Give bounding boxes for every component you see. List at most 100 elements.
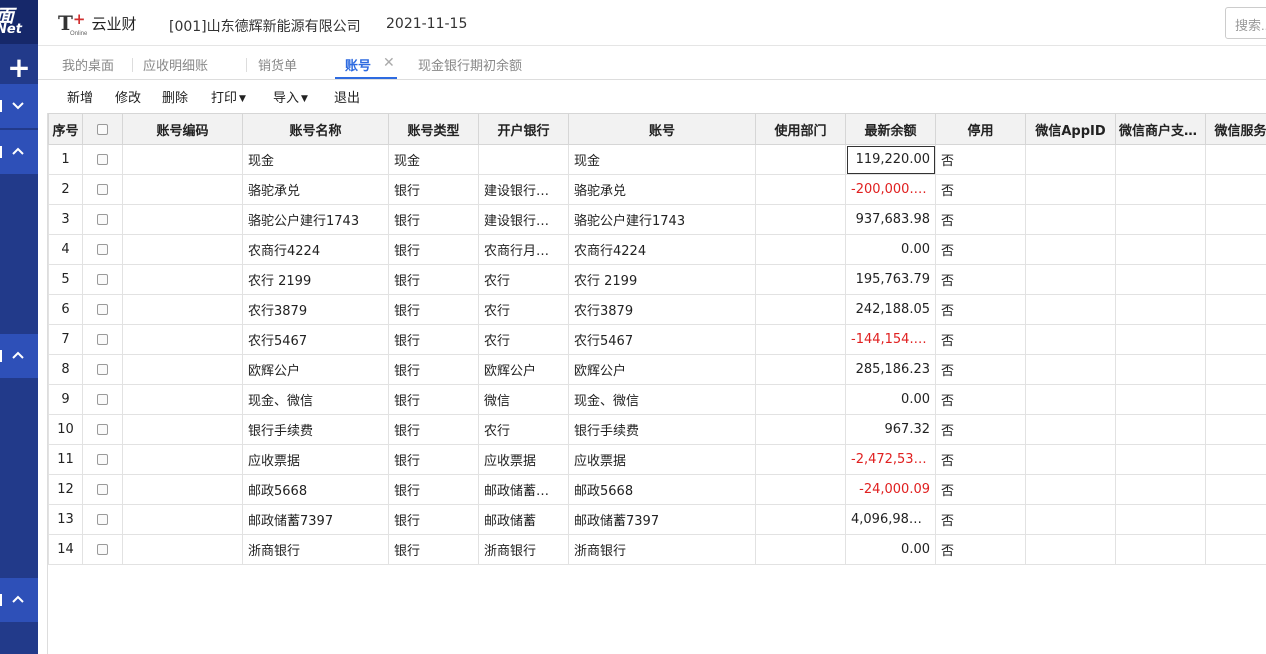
col-balance[interactable]: 最新余额 xyxy=(845,113,936,145)
disabled-flag[interactable]: 否 xyxy=(935,174,1026,205)
sidebar-section-4[interactable] xyxy=(0,578,38,622)
wechat-appid[interactable] xyxy=(1025,324,1116,355)
bank-name[interactable]: 建设银行… xyxy=(478,174,569,205)
col-account-code[interactable]: 账号编码 xyxy=(122,113,243,145)
bank-name[interactable]: 农行 xyxy=(478,264,569,295)
row-checkbox[interactable] xyxy=(82,234,123,265)
table-row[interactable]: 4 农商行4224 银行 农商行月… 农商行4224 0.00 否 xyxy=(48,234,1266,265)
tab-cash-bank-opening[interactable]: 现金银行期初余额 xyxy=(418,55,522,79)
account-name[interactable]: 农商行4224 xyxy=(242,234,389,265)
bank-name[interactable]: 农商行月… xyxy=(478,234,569,265)
close-icon[interactable]: ✕ xyxy=(383,55,395,71)
account-type[interactable]: 银行 xyxy=(388,234,479,265)
account-name[interactable]: 骆驼承兑 xyxy=(242,174,389,205)
wechat-provider[interactable] xyxy=(1205,324,1266,355)
wechat-appid[interactable] xyxy=(1025,204,1116,235)
row-index[interactable]: 10 xyxy=(48,414,83,445)
bank-name[interactable]: 邮政储蓄 xyxy=(478,504,569,535)
row-index[interactable]: 14 xyxy=(48,534,83,565)
col-index[interactable]: 序号 xyxy=(48,113,83,145)
wechat-provider[interactable] xyxy=(1205,504,1266,535)
sidebar-section-1[interactable] xyxy=(0,84,38,128)
col-account-no[interactable]: 账号 xyxy=(568,113,756,145)
account-number[interactable]: 农行3879 xyxy=(568,294,756,325)
bank-name[interactable]: 建设银行… xyxy=(478,204,569,235)
row-checkbox[interactable] xyxy=(82,534,123,565)
department[interactable] xyxy=(755,324,846,355)
account-name[interactable]: 骆驼公户建行1743 xyxy=(242,204,389,235)
account-type[interactable]: 银行 xyxy=(388,354,479,385)
bank-name[interactable]: 邮政储蓄… xyxy=(478,474,569,505)
checkbox[interactable] xyxy=(97,214,108,225)
row-checkbox[interactable] xyxy=(82,504,123,535)
account-type[interactable]: 银行 xyxy=(388,384,479,415)
table-row[interactable]: 11 应收票据 银行 应收票据 应收票据 -2,472,538… 否 xyxy=(48,444,1266,475)
wechat-provider[interactable] xyxy=(1205,384,1266,415)
account-type[interactable]: 银行 xyxy=(388,504,479,535)
account-code[interactable] xyxy=(122,174,243,205)
row-checkbox[interactable] xyxy=(82,144,123,175)
latest-balance[interactable]: 937,683.98 xyxy=(845,204,936,235)
row-index[interactable]: 12 xyxy=(48,474,83,505)
account-type[interactable]: 银行 xyxy=(388,324,479,355)
col-account-type[interactable]: 账号类型 xyxy=(388,113,479,145)
bank-name[interactable]: 微信 xyxy=(478,384,569,415)
row-checkbox[interactable] xyxy=(82,414,123,445)
disabled-flag[interactable]: 否 xyxy=(935,534,1026,565)
latest-balance[interactable]: 0.00 xyxy=(845,384,936,415)
checkbox[interactable] xyxy=(97,364,108,375)
department[interactable] xyxy=(755,444,846,475)
col-wechat-merchant[interactable]: 微信商户支付号 xyxy=(1115,113,1206,145)
checkbox[interactable] xyxy=(97,544,108,555)
col-account-name[interactable]: 账号名称 xyxy=(242,113,389,145)
row-index[interactable]: 2 xyxy=(48,174,83,205)
table-row[interactable]: 8 欧辉公户 银行 欧辉公户 欧辉公户 285,186.23 否 xyxy=(48,354,1266,385)
wechat-merchant[interactable] xyxy=(1115,144,1206,175)
account-type[interactable]: 现金 xyxy=(388,144,479,175)
table-row[interactable]: 13 邮政储蓄7397 银行 邮政储蓄 邮政储蓄7397 4,096,981.86 否 xyxy=(48,504,1266,535)
wechat-provider[interactable] xyxy=(1205,444,1266,475)
row-checkbox[interactable] xyxy=(82,384,123,415)
wechat-appid[interactable] xyxy=(1025,144,1116,175)
wechat-provider[interactable] xyxy=(1205,144,1266,175)
disabled-flag[interactable]: 否 xyxy=(935,294,1026,325)
wechat-merchant[interactable] xyxy=(1115,324,1206,355)
account-number[interactable]: 应收票据 xyxy=(568,444,756,475)
checkbox[interactable] xyxy=(97,274,108,285)
account-name[interactable]: 农行 2199 xyxy=(242,264,389,295)
account-code[interactable] xyxy=(122,144,243,175)
row-index[interactable]: 7 xyxy=(48,324,83,355)
department[interactable] xyxy=(755,354,846,385)
account-type[interactable]: 银行 xyxy=(388,474,479,505)
bank-name[interactable]: 应收票据 xyxy=(478,444,569,475)
wechat-appid[interactable] xyxy=(1025,384,1116,415)
disabled-flag[interactable]: 否 xyxy=(935,504,1026,535)
account-number[interactable]: 欧辉公户 xyxy=(568,354,756,385)
account-code[interactable] xyxy=(122,504,243,535)
account-code[interactable] xyxy=(122,384,243,415)
row-index[interactable]: 13 xyxy=(48,504,83,535)
account-name[interactable]: 邮政储蓄7397 xyxy=(242,504,389,535)
checkbox[interactable] xyxy=(97,454,108,465)
account-number[interactable]: 农行 2199 xyxy=(568,264,756,295)
latest-balance[interactable]: 0.00 xyxy=(845,234,936,265)
table-row[interactable]: 14 浙商银行 银行 浙商银行 浙商银行 0.00 否 xyxy=(48,534,1266,565)
wechat-provider[interactable] xyxy=(1205,204,1266,235)
account-number[interactable]: 骆驼公户建行1743 xyxy=(568,204,756,235)
row-index[interactable]: 6 xyxy=(48,294,83,325)
print-button[interactable]: 打印 ▼ xyxy=(211,87,246,106)
account-name[interactable]: 银行手续费 xyxy=(242,414,389,445)
latest-balance[interactable]: -2,472,538… xyxy=(845,444,936,475)
bank-name[interactable]: 浙商银行 xyxy=(478,534,569,565)
department[interactable] xyxy=(755,384,846,415)
latest-balance[interactable]: 119,220.00 xyxy=(845,144,936,175)
col-wechat-appid[interactable]: 微信AppID xyxy=(1025,113,1116,145)
company-name[interactable]: [001]山东德辉新能源有限公司 xyxy=(169,16,361,36)
account-name[interactable]: 现金、微信 xyxy=(242,384,389,415)
latest-balance[interactable]: 4,096,981.86 xyxy=(845,504,936,535)
col-bank[interactable]: 开户银行 xyxy=(478,113,569,145)
add-button[interactable]: 新增 xyxy=(67,87,93,106)
account-type[interactable]: 银行 xyxy=(388,444,479,475)
wechat-merchant[interactable] xyxy=(1115,264,1206,295)
wechat-merchant[interactable] xyxy=(1115,204,1206,235)
